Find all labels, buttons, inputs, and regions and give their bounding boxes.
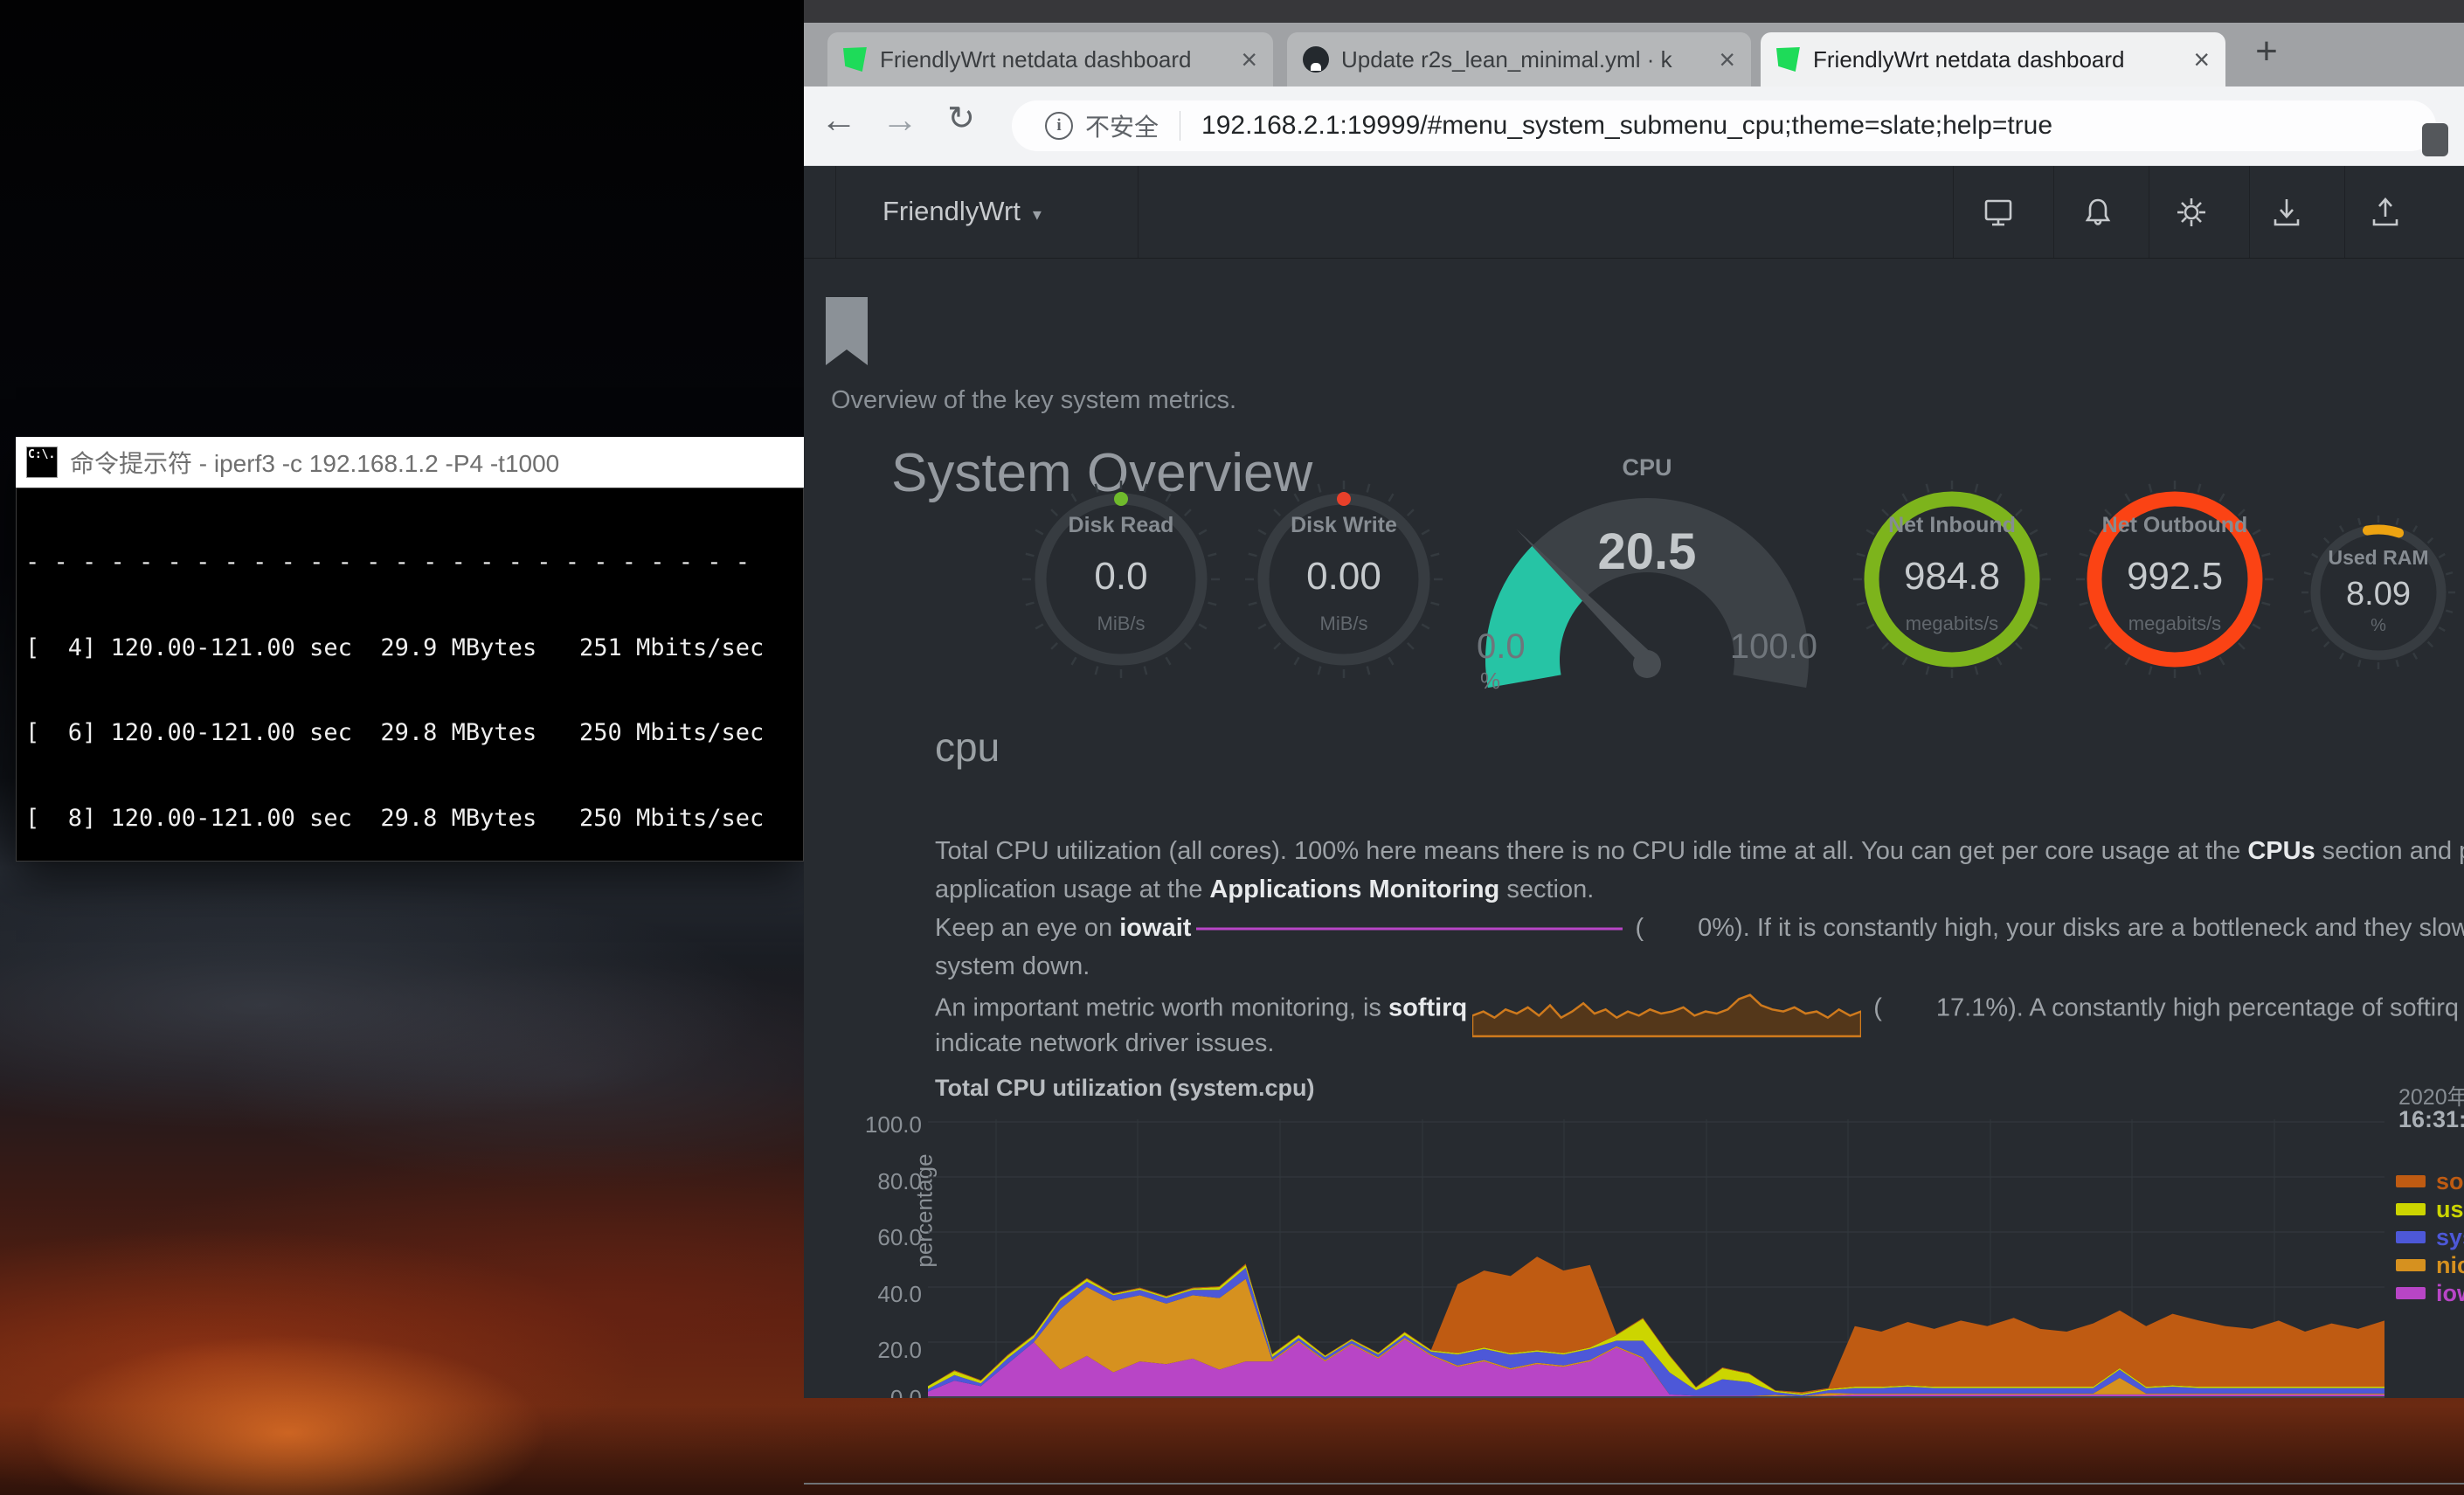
tab-close-icon[interactable]: × xyxy=(1719,45,1735,73)
gauge-unit: MiB/s xyxy=(1016,613,1226,635)
cpu-description: Total CPU utilization (all cores). 100% … xyxy=(935,832,2464,1062)
gauge-cpu[interactable]: CPU 20.5 0.0 100.0 % xyxy=(1477,454,1817,743)
browser-toolbar: ← → ↻ i 不安全 192.168.2.1:19999/#menu_syst… xyxy=(804,87,2464,166)
gauge-min: 0.0 xyxy=(1477,627,1526,667)
monitor-icon[interactable] xyxy=(1981,195,2016,230)
gauge-unit: megabits/s xyxy=(1847,613,2057,635)
gauge-label: Used RAM xyxy=(2295,546,2461,570)
tab-label: FriendlyWrt netdata dashboard xyxy=(1813,46,2181,73)
gauge-label: Net Outbound xyxy=(2070,513,2280,538)
gauge-used-ram[interactable]: Used RAM 8.09 % xyxy=(2295,509,2461,675)
legend-item-system[interactable]: system xyxy=(2396,1223,2464,1251)
window-frame xyxy=(804,0,2464,23)
gauge-value: 0.00 xyxy=(1239,555,1449,599)
iowait-sparkline xyxy=(1196,921,1623,937)
gauge-value: 0.0 xyxy=(1016,555,1226,599)
netdata-page: FriendlyWrt▾ System Overview Overview of… xyxy=(804,166,2464,1398)
gauge-unit: MiB/s xyxy=(1239,613,1449,635)
page-subtitle: Overview of the key system metrics. xyxy=(831,386,1236,415)
softirq-value: 17.1%). xyxy=(1936,994,2024,1022)
tab-label: FriendlyWrt netdata dashboard xyxy=(880,46,1229,73)
desktop: C:\. 命令提示符 - iperf3 -c 192.168.1.2 -P4 -… xyxy=(0,0,2464,1495)
url-text[interactable]: 192.168.2.1:19999/#menu_system_submenu_c… xyxy=(1201,111,2052,141)
gear-icon[interactable] xyxy=(2174,195,2209,230)
terminal-output: - - - - - - - - - - - - - - - - - - - - … xyxy=(16,488,804,862)
terminal-titlebar[interactable]: C:\. 命令提示符 - iperf3 -c 192.168.1.2 -P4 -… xyxy=(16,437,804,488)
gauge-value: 984.8 xyxy=(1847,555,2057,599)
gauge-unit: % xyxy=(1480,668,1500,695)
cpu-stacked-area-chart[interactable] xyxy=(928,1119,2384,1398)
download-icon[interactable] xyxy=(2269,195,2304,230)
gauge-unit: megabits/s xyxy=(2070,613,2280,635)
browser-window: FriendlyWrt netdata dashboard × Update r… xyxy=(804,0,2464,1485)
netdata-favicon xyxy=(1776,47,1801,72)
softirq-sparkline xyxy=(1472,986,1861,1040)
terminal-line: [ 8] 120.00-121.00 sec 29.8 MBytes 250 M… xyxy=(25,805,794,834)
terminal-line: [ 4] 120.00-121.00 sec 29.9 MBytes 251 M… xyxy=(25,634,794,663)
gauge-max: 100.0 xyxy=(1730,627,1817,667)
netdata-header: FriendlyWrt ▾ xyxy=(804,166,2464,259)
tab-github[interactable]: Update r2s_lean_minimal.yml · k × xyxy=(1287,32,1751,87)
gauge-value: 8.09 xyxy=(2295,576,2461,613)
terminal-title: 命令提示符 - iperf3 -c 192.168.1.2 -P4 -t1000 xyxy=(70,445,559,480)
chart-legend[interactable]: softirq user system nice iowait xyxy=(2396,1167,2464,1307)
gauge-label: Net Inbound xyxy=(1847,513,2057,538)
legend-item-iowait[interactable]: iowait xyxy=(2396,1279,2464,1307)
chart-timestamp-time: 16:31:2 xyxy=(2398,1106,2464,1133)
gauge-net-outbound[interactable]: Net Outbound 992.5 megabits/s xyxy=(2070,474,2280,684)
legend-item-user[interactable]: user xyxy=(2396,1195,2464,1223)
gauge-disk-read[interactable]: Disk Read 0.0 MiB/s xyxy=(1016,474,1226,684)
tab-friendlywrt-1[interactable]: FriendlyWrt netdata dashboard × xyxy=(827,32,1273,87)
tab-label: Update r2s_lean_minimal.yml · k xyxy=(1341,46,1706,73)
tab-friendlywrt-2-active[interactable]: FriendlyWrt netdata dashboard × xyxy=(1761,32,2225,87)
gauge-disk-write[interactable]: Disk Write 0.00 MiB/s xyxy=(1239,474,1449,684)
ytick: 40.0 xyxy=(843,1281,922,1308)
gauge-value: 20.5 xyxy=(1477,523,1817,581)
gauge-net-inbound[interactable]: Net Inbound 984.8 megabits/s xyxy=(1847,474,2057,684)
chart-title: Total CPU utilization (system.cpu) xyxy=(935,1075,1315,1102)
clipped-toolbar-icon[interactable] xyxy=(2422,123,2448,156)
cmd-prompt-icon: C:\. xyxy=(26,446,58,478)
terminal-window[interactable]: C:\. 命令提示符 - iperf3 -c 192.168.1.2 -P4 -… xyxy=(16,437,804,862)
cpus-link[interactable]: CPUs xyxy=(2247,837,2315,865)
section-heading-cpu: cpu xyxy=(935,723,1000,771)
tab-strip: FriendlyWrt netdata dashboard × Update r… xyxy=(804,23,2464,87)
gauge-value: 992.5 xyxy=(2070,555,2280,599)
ytick: 0.0 xyxy=(843,1385,922,1398)
github-favicon xyxy=(1303,46,1329,73)
new-tab-button[interactable]: + xyxy=(2244,30,2289,75)
iowait-value: 0%). xyxy=(1698,914,1750,942)
address-bar[interactable]: i 不安全 192.168.2.1:19999/#menu_system_sub… xyxy=(1012,100,2436,151)
security-label: 不安全 xyxy=(1085,108,1159,143)
terminal-line: [ 6] 120.00-121.00 sec 29.8 MBytes 250 M… xyxy=(25,719,794,748)
ytick: 20.0 xyxy=(843,1337,922,1364)
gauge-unit: % xyxy=(2295,616,2461,636)
netdata-favicon xyxy=(843,47,868,72)
back-button[interactable]: ← xyxy=(813,99,865,141)
ytick: 60.0 xyxy=(843,1224,922,1251)
upload-icon[interactable] xyxy=(2368,195,2403,230)
applications-monitoring-link[interactable]: Applications Monitoring xyxy=(1209,876,1499,903)
bell-icon[interactable] xyxy=(2080,195,2115,230)
chevron-down-icon: ▾ xyxy=(1033,205,1042,225)
gauge-label: Disk Read xyxy=(1016,513,1226,538)
brand-label: FriendlyWrt xyxy=(882,196,1021,226)
bookmark-icon xyxy=(826,297,868,365)
brand-dropdown[interactable]: FriendlyWrt ▾ xyxy=(882,196,1042,227)
tab-close-icon[interactable]: × xyxy=(1241,45,1257,73)
gauge-label: Disk Write xyxy=(1239,513,1449,538)
terminal-line: - - - - - - - - - - - - - - - - - - - - … xyxy=(25,549,794,578)
ytick: 100.0 xyxy=(843,1111,922,1139)
forward-button[interactable]: → xyxy=(874,99,926,141)
reload-button[interactable]: ↻ xyxy=(935,99,987,138)
ytick: 80.0 xyxy=(843,1168,922,1195)
legend-item-softirq[interactable]: softirq xyxy=(2396,1167,2464,1195)
legend-item-nice[interactable]: nice xyxy=(2396,1251,2464,1279)
tab-close-icon[interactable]: × xyxy=(2193,45,2210,73)
page-info-icon[interactable]: i xyxy=(1045,112,1073,140)
